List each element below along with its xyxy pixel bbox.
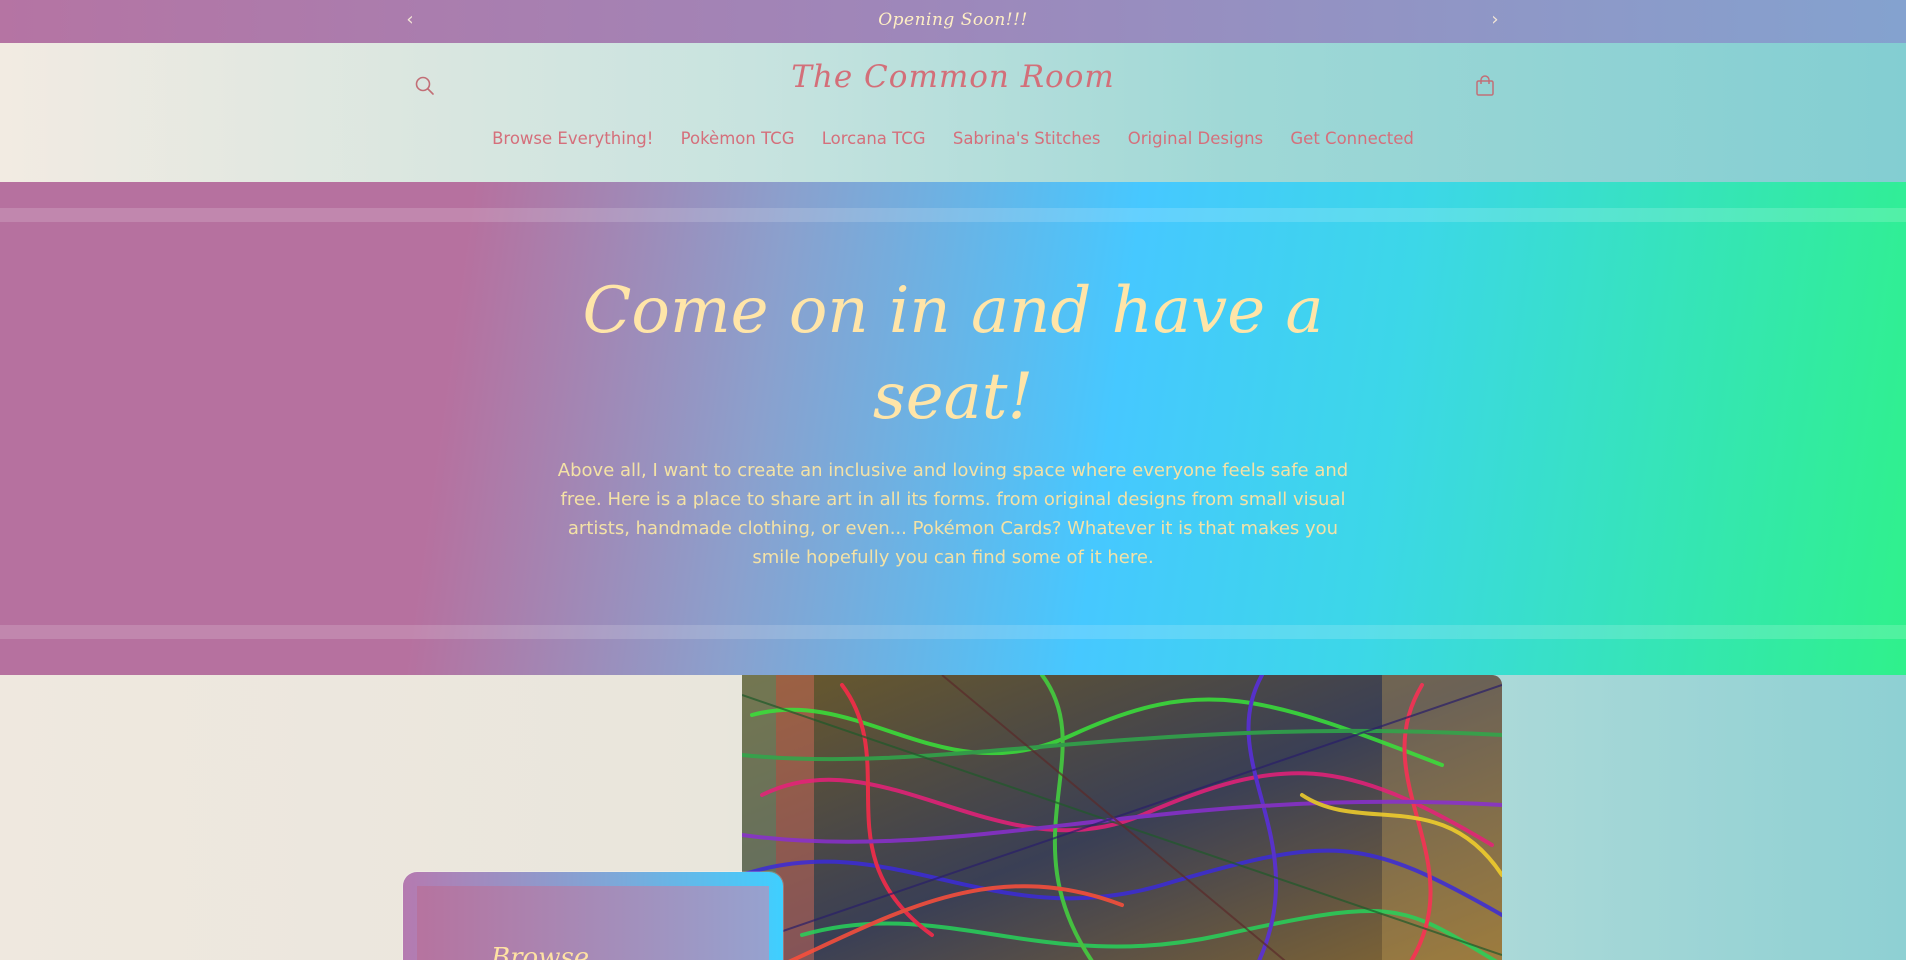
nav-item-sabrinas-stitches[interactable]: Sabrina's Stitches	[953, 129, 1101, 148]
nav-item-pokemon-tcg[interactable]: Pokèmon TCG	[681, 129, 795, 148]
announcement-next-button[interactable]: ›	[1480, 0, 1510, 43]
hero-divider-top	[0, 208, 1906, 222]
nav-item-get-connected[interactable]: Get Connected	[1290, 129, 1414, 148]
collection-card-title[interactable]: Browse	[491, 943, 589, 960]
bag-icon[interactable]	[1470, 71, 1500, 101]
nav-item-browse-everything[interactable]: Browse Everything!	[492, 129, 653, 148]
main-navigation: Browse Everything! Pokèmon TCG Lorcana T…	[0, 129, 1906, 148]
collection-card-inner: Browse	[417, 886, 769, 960]
nav-item-lorcana-tcg[interactable]: Lorcana TCG	[822, 129, 926, 148]
collection-card[interactable]: Browse	[403, 872, 783, 960]
collection-section: Browse	[0, 675, 1906, 960]
hero-divider-bottom	[0, 625, 1906, 639]
hero-heading: Come on in and have a seat!	[582, 274, 1324, 434]
announcement-bar: ‹ Opening Soon!!! ›	[0, 0, 1906, 43]
hero-banner: Come on in and have a seat! Above all, I…	[0, 182, 1906, 675]
featured-artwork-image[interactable]	[742, 675, 1502, 960]
announcement-message: Opening Soon!!!	[878, 10, 1028, 30]
site-logo[interactable]: The Common Room	[0, 59, 1906, 95]
site-header: The Common Room Browse Everything! Pokèm…	[0, 43, 1906, 182]
nav-item-original-designs[interactable]: Original Designs	[1128, 129, 1263, 148]
hero-description: Above all, I want to create an inclusive…	[557, 460, 1349, 568]
